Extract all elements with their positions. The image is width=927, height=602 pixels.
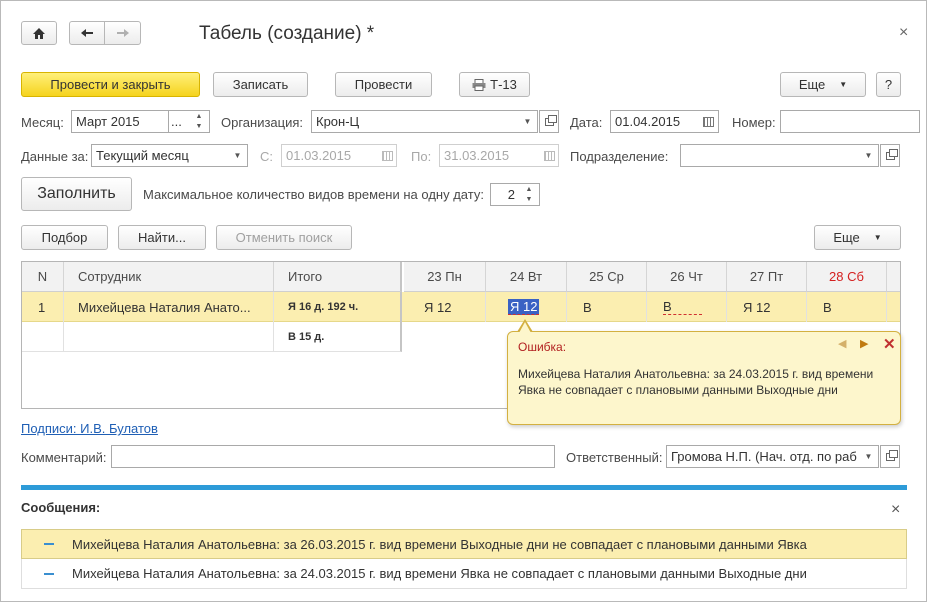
- data-for-dropdown-icon[interactable]: ▼: [228, 144, 248, 167]
- month-label: Месяц:: [21, 115, 64, 130]
- table-more-label: Еще: [833, 230, 860, 245]
- from-calendar-icon: [377, 144, 397, 167]
- col-header-day-26[interactable]: 26 Чт: [647, 262, 727, 292]
- cell-day-25[interactable]: В: [567, 292, 647, 322]
- org-label: Организация:: [221, 115, 304, 130]
- responsible-label: Ответственный:: [566, 450, 663, 465]
- responsible-open-icon[interactable]: [880, 445, 900, 468]
- dropdown-arrow-icon: ▼: [873, 233, 882, 242]
- window-title: Табель (создание) *: [199, 23, 375, 44]
- cell-employee[interactable]: Михейцева Наталия Анато...: [64, 292, 274, 322]
- error-text: Михейцева Наталия Анатольевна: за 24.03.…: [518, 367, 874, 397]
- cell-n-2: [22, 322, 64, 352]
- dropdown-arrow-icon: ▼: [839, 80, 848, 89]
- message-item[interactable]: Михейцева Наталия Анатольевна: за 24.03.…: [21, 559, 907, 589]
- forward-button[interactable]: [104, 21, 141, 45]
- to-label: По:: [411, 149, 432, 164]
- message-dash-icon: [44, 543, 54, 545]
- cell-day-28[interactable]: В: [807, 292, 887, 322]
- number-field[interactable]: [780, 110, 920, 133]
- document-window: Табель (создание) * × Провести и закрыть…: [0, 0, 927, 602]
- number-label: Номер:: [732, 115, 776, 130]
- responsible-field[interactable]: Громова Н.П. (Нач. отд. по раб: [666, 445, 860, 468]
- more-button[interactable]: Еще ▼: [780, 72, 866, 97]
- messages-divider: [21, 485, 907, 490]
- arrow-right-icon: [116, 29, 129, 37]
- print-t13-button[interactable]: Т-13: [459, 72, 530, 97]
- comment-label: Комментарий:: [21, 450, 107, 465]
- col-header-day-28[interactable]: 28 Сб: [807, 262, 887, 292]
- cell-n[interactable]: 1: [22, 292, 64, 322]
- messages-close-icon[interactable]: ×: [891, 501, 900, 519]
- post-and-close-button[interactable]: Провести и закрыть: [21, 72, 200, 97]
- back-button[interactable]: [69, 21, 105, 45]
- error-title: Ошибка:: [518, 340, 567, 354]
- col-header-day-25[interactable]: 25 Ср: [567, 262, 647, 292]
- org-field[interactable]: Крон-Ц: [311, 110, 519, 133]
- responsible-dropdown-icon[interactable]: ▼: [859, 445, 879, 468]
- data-for-field[interactable]: Текущий месяц: [91, 144, 229, 167]
- col-header-employee[interactable]: Сотрудник: [64, 262, 274, 292]
- messages-title: Сообщения:: [21, 500, 101, 515]
- cell-day-27[interactable]: Я 12: [727, 292, 807, 322]
- message-dash-icon: [44, 572, 54, 575]
- window-close-icon[interactable]: ×: [899, 24, 908, 42]
- cell-total[interactable]: Я 16 д. 192 ч.: [274, 292, 402, 322]
- home-icon: [33, 27, 45, 39]
- org-open-icon[interactable]: [539, 110, 559, 133]
- cancel-search-button[interactable]: Отменить поиск: [216, 225, 352, 250]
- col-header-day-27[interactable]: 27 Пт: [727, 262, 807, 292]
- month-spin-button[interactable]: ▲ ▼: [189, 110, 210, 133]
- prev-error-icon[interactable]: ◀: [838, 337, 846, 350]
- max-kinds-field[interactable]: 2: [490, 183, 520, 206]
- col-header-total[interactable]: Итого: [274, 262, 402, 292]
- signatures-link[interactable]: Подписи: И.В. Булатов: [21, 421, 158, 436]
- find-button[interactable]: Найти...: [118, 225, 206, 250]
- comment-field[interactable]: [111, 445, 555, 468]
- calendar-icon[interactable]: [698, 110, 718, 133]
- col-header-n[interactable]: N: [22, 262, 64, 292]
- home-button[interactable]: [21, 21, 57, 45]
- close-error-icon[interactable]: ✕: [883, 335, 896, 353]
- next-error-icon[interactable]: ▶: [860, 337, 868, 350]
- month-select-button[interactable]: ...: [168, 110, 190, 133]
- cell-total-2[interactable]: В 15 д.: [274, 322, 402, 352]
- printer-icon: [472, 78, 486, 91]
- save-button[interactable]: Записать: [213, 72, 308, 97]
- message-item[interactable]: Михейцева Наталия Анатольевна: за 26.03.…: [21, 529, 907, 559]
- col-header-filler: [887, 262, 900, 292]
- col-header-day-23[interactable]: 23 Пн: [404, 262, 486, 292]
- division-dropdown-icon[interactable]: ▼: [859, 144, 879, 167]
- cell-day-26[interactable]: В: [647, 292, 727, 322]
- col-header-day-24[interactable]: 24 Вт: [486, 262, 567, 292]
- cell-day-23[interactable]: Я 12: [404, 292, 486, 322]
- message-text: Михейцева Наталия Анатольевна: за 24.03.…: [72, 566, 807, 581]
- cell-day-24[interactable]: Я 12: [486, 292, 567, 322]
- division-label: Подразделение:: [570, 149, 669, 164]
- table-more-button[interactable]: Еще ▼: [814, 225, 901, 250]
- cell-day-24-value: Я 12: [508, 299, 540, 315]
- more-label: Еще: [798, 77, 826, 92]
- to-calendar-icon: [539, 144, 559, 167]
- message-text: Михейцева Наталия Анатольевна: за 26.03.…: [72, 536, 807, 552]
- division-open-icon[interactable]: [880, 144, 900, 167]
- month-field[interactable]: Март 2015: [71, 110, 169, 133]
- org-dropdown-icon[interactable]: ▼: [518, 110, 538, 133]
- division-field[interactable]: [680, 144, 860, 167]
- error-tooltip: Ошибка: ◀ ▶ ✕ Михейцева Наталия Анатолье…: [507, 331, 901, 425]
- cell-employee-2: [64, 322, 274, 352]
- data-for-label: Данные за:: [21, 149, 89, 164]
- help-button[interactable]: ?: [876, 72, 901, 97]
- error-tip-arrow-fill: [519, 322, 531, 333]
- cell-day-26-value: В: [663, 299, 702, 315]
- arrow-left-icon: [81, 29, 93, 37]
- pick-button[interactable]: Подбор: [21, 225, 108, 250]
- max-kinds-label: Максимальное количество видов времени на…: [143, 187, 484, 202]
- from-label: С:: [260, 149, 273, 164]
- print-t13-label: Т-13: [490, 77, 517, 92]
- post-button[interactable]: Провести: [335, 72, 432, 97]
- max-kinds-spin-button[interactable]: ▲ ▼: [519, 183, 540, 206]
- date-label: Дата:: [570, 115, 603, 130]
- fill-button[interactable]: Заполнить: [21, 177, 132, 211]
